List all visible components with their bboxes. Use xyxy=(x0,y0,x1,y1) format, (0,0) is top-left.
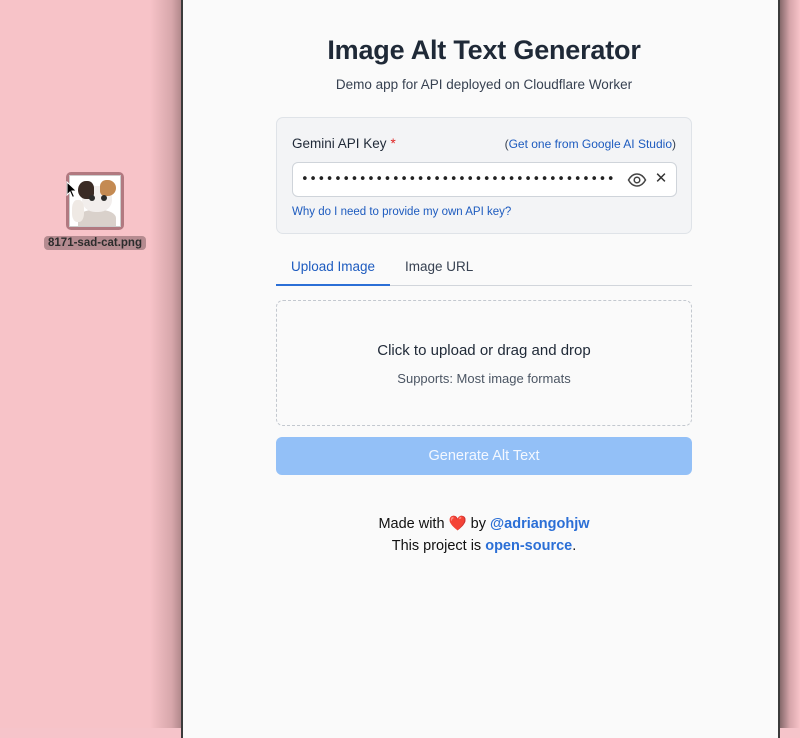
api-key-card: Gemini API Key * (Get one from Google AI … xyxy=(276,117,692,234)
heart-icon: ❤️ xyxy=(448,516,467,532)
api-key-label-text: Gemini API Key xyxy=(292,136,387,151)
tab-upload-image[interactable]: Upload Image xyxy=(291,259,375,274)
eye-icon[interactable] xyxy=(627,171,647,189)
period-text: . xyxy=(572,538,577,554)
api-key-label: Gemini API Key * xyxy=(292,136,396,151)
open-source-link[interactable]: open-source xyxy=(485,538,572,554)
made-with-text: Made with xyxy=(378,516,445,532)
api-key-value: •••••••••••••••••••••••••••••••••••••• xyxy=(301,172,616,187)
api-key-help: (Get one from Google AI Studio) xyxy=(505,137,676,151)
image-dropzone[interactable]: Click to upload or drag and drop Support… xyxy=(276,300,692,426)
mouse-cursor-icon xyxy=(66,181,78,199)
paren-close: ) xyxy=(672,137,676,151)
active-tab-indicator xyxy=(276,284,390,286)
desktop-file-icon[interactable]: 8171-sad-cat.png xyxy=(40,172,150,251)
tab-image-url[interactable]: Image URL xyxy=(405,259,473,274)
by-text: by xyxy=(470,516,486,532)
app-window: Image Alt Text Generator Demo app for AP… xyxy=(181,0,780,738)
clear-icon[interactable]: ✕ xyxy=(653,170,669,188)
google-ai-studio-link[interactable]: Get one from Google AI Studio xyxy=(509,137,672,151)
project-text: This project is xyxy=(391,538,482,554)
generate-alt-text-button[interactable]: Generate Alt Text xyxy=(276,437,692,475)
page-subtitle: Demo app for API deployed on Cloudflare … xyxy=(335,77,633,92)
why-api-key-link[interactable]: Why do I need to provide my own API key? xyxy=(292,206,511,218)
source-tabs: Upload Image Image URL xyxy=(276,248,692,286)
footer-made-with: Made with ❤️ by @adriangohjw xyxy=(276,513,692,535)
window-shadow-right xyxy=(780,0,800,728)
page-title: Image Alt Text Generator xyxy=(327,35,641,65)
dropzone-formats: Supports: Most image formats xyxy=(397,371,571,386)
footer-project: This project is open-source. xyxy=(276,535,692,557)
footer: Made with ❤️ by @adriangohjw This projec… xyxy=(276,513,692,557)
author-link[interactable]: @adriangohjw xyxy=(490,516,590,532)
required-asterisk: * xyxy=(390,136,396,151)
file-name-label: 8171-sad-cat.png xyxy=(44,236,146,250)
api-key-input[interactable]: •••••••••••••••••••••••••••••••••••••• ✕ xyxy=(292,162,677,197)
dropzone-instruction: Click to upload or drag and drop xyxy=(377,342,591,359)
